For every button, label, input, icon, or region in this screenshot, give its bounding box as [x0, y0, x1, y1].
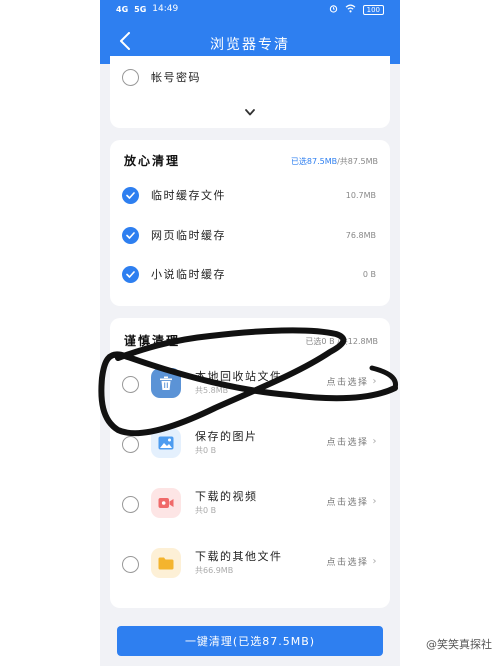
list-item[interactable]: 下载的视频 共0 B 点击选择 ›: [110, 476, 390, 532]
checkbox-checked[interactable]: [122, 186, 139, 204]
list-item-size: 76.8MB: [345, 230, 376, 240]
account-password-label: 帐号密码: [151, 71, 201, 84]
battery-indicator: 100: [362, 5, 384, 15]
list-item-title: 本地回收站文件: [195, 370, 283, 383]
list-item-label: 网页临时缓存: [151, 229, 226, 242]
careful-clean-title: 谨慎清理: [124, 334, 181, 348]
list-item[interactable]: 下载的其他文件 共66.9MB 点击选择 ›: [110, 536, 390, 592]
check-icon: [126, 231, 135, 239]
trash-icon: [151, 368, 181, 398]
check-icon: [126, 270, 135, 278]
list-item-subtitle: 共5.8MB: [195, 386, 229, 395]
list-item[interactable]: 本地回收站文件 共5.8MB 点击选择 ›: [110, 356, 390, 412]
alarm-icon: [329, 4, 338, 16]
watermark-text: @笑笑真探社: [426, 638, 492, 651]
select-action[interactable]: 点击选择 ›: [326, 555, 378, 568]
folder-icon: [151, 548, 181, 578]
chevron-right-icon: ›: [372, 436, 378, 447]
safe-clean-card: 放心清理 已选87.5MB/共87.5MB 临时缓存文件 10.7MB 网页临时…: [110, 140, 390, 306]
image-icon: [151, 428, 181, 458]
account-password-radio[interactable]: [122, 68, 139, 86]
select-action[interactable]: 点击选择 ›: [326, 495, 378, 508]
careful-clean-summary: 已选0 B /共12.8MB: [305, 337, 378, 346]
select-action-label: 点击选择: [326, 558, 369, 568]
safe-clean-title: 放心清理: [124, 154, 181, 168]
watermark: @笑笑真探社: [426, 636, 492, 652]
list-item[interactable]: 临时缓存文件 10.7MB: [110, 178, 390, 212]
checkbox-checked[interactable]: [122, 265, 139, 283]
video-icon: [151, 488, 181, 518]
chevron-right-icon: ›: [372, 496, 378, 507]
safe-clean-selected: 已选87.5MB: [290, 157, 338, 166]
list-item-subtitle: 共0 B: [195, 506, 217, 515]
list-item-subtitle: 共0 B: [195, 446, 217, 455]
list-item-size: 10.7MB: [345, 190, 376, 200]
select-action-label: 点击选择: [326, 498, 369, 508]
careful-clean-card: 谨慎清理 已选0 B /共12.8MB 本地回收站文件 共5.8MB 点击选择 ›…: [110, 318, 390, 608]
safe-clean-summary: 已选87.5MB/共87.5MB: [291, 156, 378, 167]
status-time: 14:49: [152, 4, 179, 14]
list-item-subtitle: 共66.9MB: [195, 566, 234, 575]
list-item-size: 0 B: [362, 269, 376, 279]
list-item-title: 下载的其他文件: [195, 550, 283, 563]
list-item-radio[interactable]: [122, 496, 139, 513]
page-title: 浏览器专清: [210, 37, 290, 53]
list-item-title: 保存的图片: [195, 430, 258, 443]
chevron-right-icon: ›: [372, 556, 378, 567]
chevron-right-icon: ›: [372, 376, 378, 387]
select-action-label: 点击选择: [326, 438, 369, 448]
check-icon: [126, 191, 135, 199]
select-action-label: 点击选择: [326, 378, 369, 388]
list-item-radio[interactable]: [122, 436, 139, 453]
phone-screen: 4G 5G 14:49 100 浏览器专清 帐号密码 放心清理 已选87.5MB…: [100, 0, 400, 666]
account-card: 帐号密码: [110, 56, 390, 128]
list-item-label: 小说临时缓存: [151, 268, 226, 281]
list-item-title: 下载的视频: [195, 490, 258, 503]
expand-button[interactable]: [241, 102, 259, 118]
list-item-label: 临时缓存文件: [151, 189, 226, 202]
checkbox-checked[interactable]: [122, 226, 139, 244]
safe-clean-total: /共87.5MB: [337, 157, 378, 166]
one-click-clean-button[interactable]: 一键清理(已选87.5MB): [117, 626, 383, 656]
chevron-down-icon: [245, 101, 255, 120]
account-password-row[interactable]: 帐号密码: [110, 60, 390, 94]
list-item-radio[interactable]: [122, 376, 139, 393]
signal-4g-label: 4G: [116, 4, 129, 14]
list-item[interactable]: 保存的图片 共0 B 点击选择 ›: [110, 416, 390, 472]
wifi-icon: [345, 4, 356, 16]
list-item[interactable]: 小说临时缓存 0 B: [110, 257, 390, 291]
signal-5g-label: 5G: [134, 4, 147, 14]
select-action[interactable]: 点击选择 ›: [326, 375, 378, 388]
list-item[interactable]: 网页临时缓存 76.8MB: [110, 218, 390, 252]
list-item-radio[interactable]: [122, 556, 139, 573]
status-bar: 4G 5G 14:49 100: [100, 0, 400, 22]
select-action[interactable]: 点击选择 ›: [326, 435, 378, 448]
